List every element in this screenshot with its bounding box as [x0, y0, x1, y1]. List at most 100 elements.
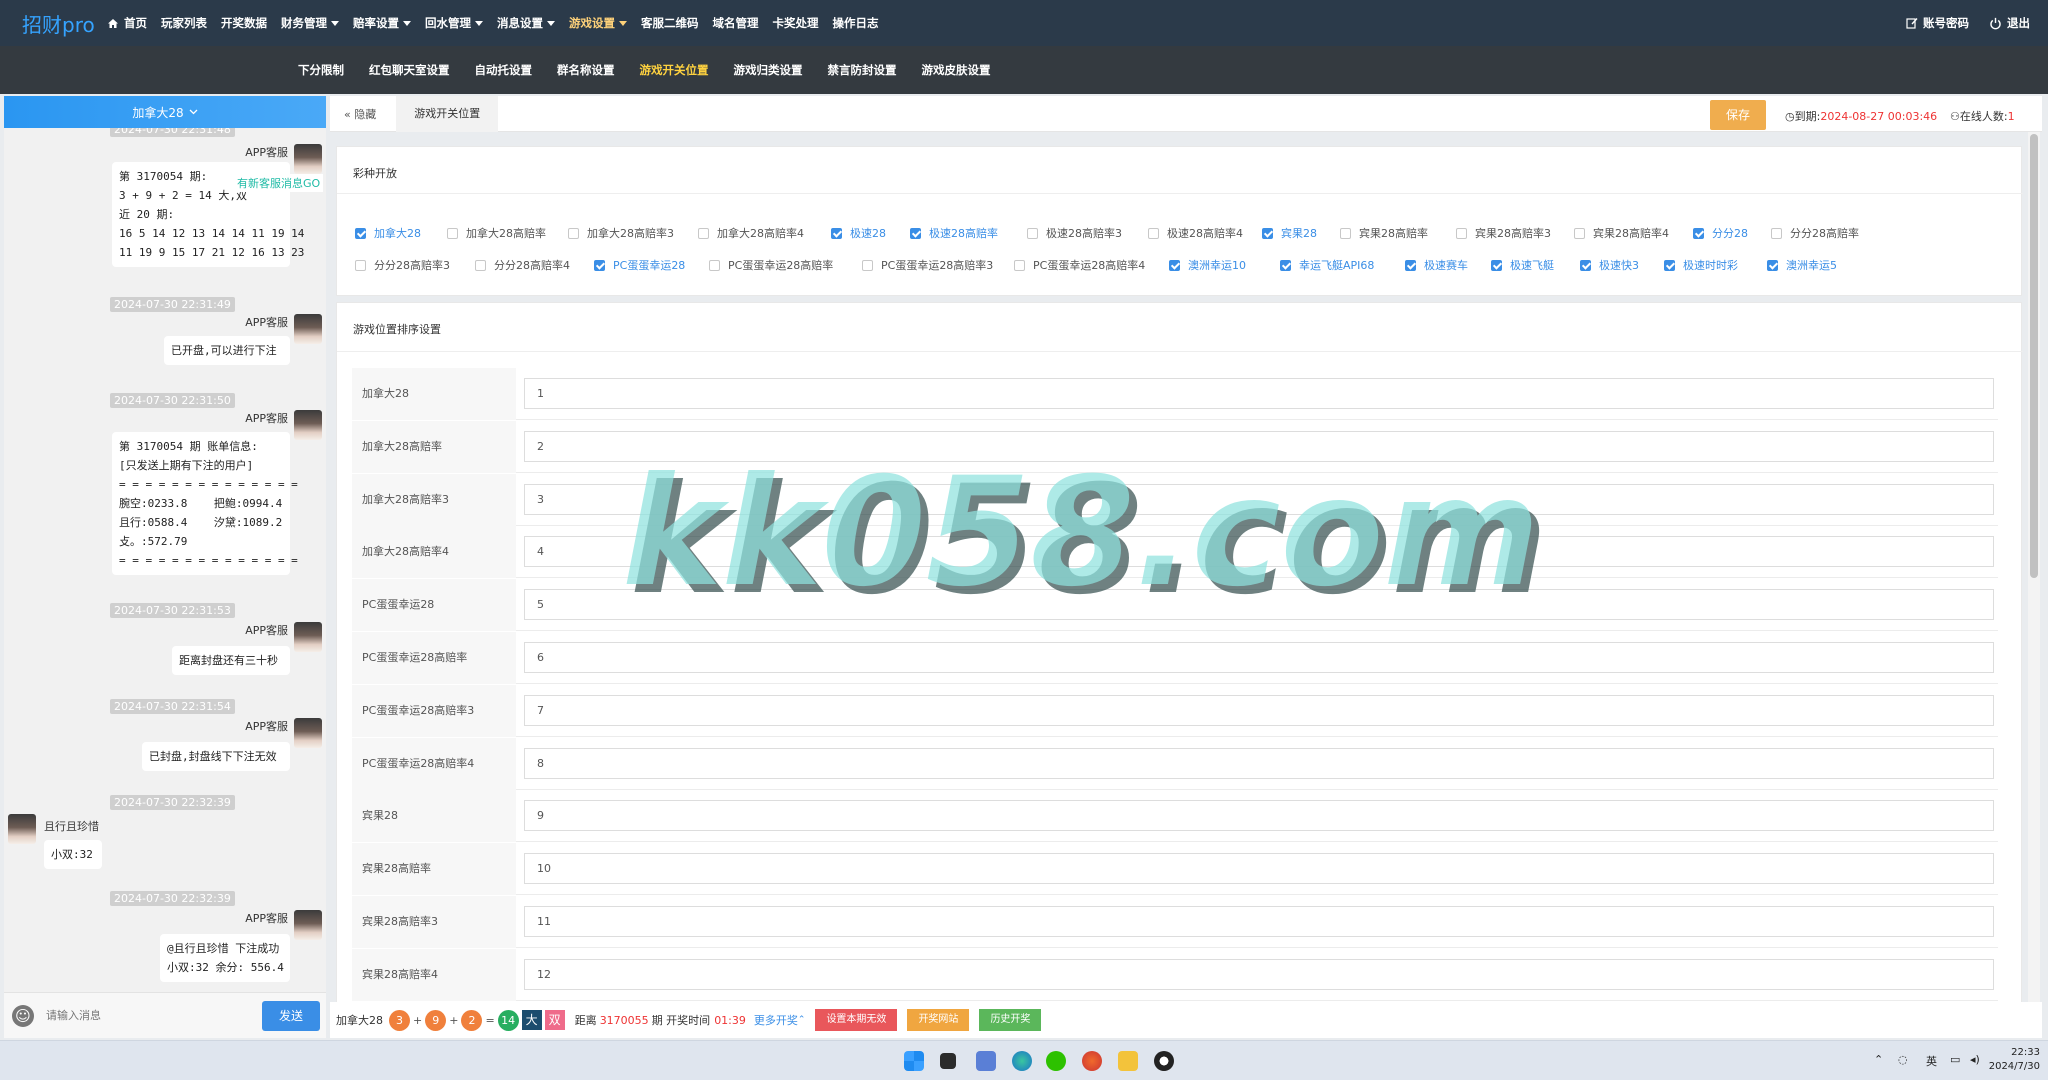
lottery-checkbox[interactable]: PC蛋蛋幸运28高赔率	[709, 257, 833, 273]
windows-start-icon[interactable]	[904, 1051, 924, 1071]
chat-message-list[interactable]: 2024-07-30 22:31:48 APP客服第 3170054 期: 3 +…	[4, 128, 326, 988]
nav-item-11[interactable]: 操作日志	[833, 15, 879, 31]
tray-volume-icon[interactable]: ◂)	[1970, 1053, 1980, 1066]
tray-display-icon[interactable]: ▭	[1950, 1053, 1960, 1066]
logout-link[interactable]: 退出	[1989, 15, 2030, 31]
lottery-checkbox[interactable]: 分分28高赔率4	[475, 257, 570, 273]
order-row-input[interactable]: 2	[524, 430, 1994, 462]
lottery-checkbox[interactable]: 极速28高赔率3	[1027, 225, 1122, 241]
nav-item-3[interactable]: 财务管理	[281, 15, 339, 31]
subnav-item-1[interactable]: 红包聊天室设置	[369, 62, 450, 78]
avatar[interactable]	[8, 814, 36, 844]
hide-sidebar-button[interactable]: « 隐藏	[344, 106, 376, 122]
lottery-checkbox[interactable]: 分分28	[1693, 225, 1748, 241]
tray-chevron-up-icon[interactable]: ⌃	[1874, 1053, 1883, 1066]
order-row-input[interactable]: 10	[524, 853, 1994, 885]
lottery-checkbox[interactable]: 澳洲幸运5	[1767, 257, 1837, 273]
avatar[interactable]	[294, 718, 322, 748]
lottery-checkbox[interactable]: 分分28高赔率	[1771, 225, 1859, 241]
order-row-label: 宾果28	[352, 790, 516, 843]
order-row-input[interactable]: 4	[524, 536, 1994, 568]
order-row-input[interactable]: 11	[524, 906, 1994, 937]
lottery-checkbox[interactable]: 分分28高赔率3	[355, 257, 450, 273]
lottery-checkbox[interactable]: 加拿大28高赔率	[447, 225, 546, 241]
input-language[interactable]: 英	[1926, 1053, 1937, 1069]
nav-item-2[interactable]: 开奖数据	[221, 15, 267, 31]
avatar[interactable]	[294, 144, 322, 174]
emoji-icon[interactable]: ☺	[12, 1004, 34, 1027]
lottery-open-panel: 彩种开放 加拿大28 加拿大28高赔率 加拿大28高赔率3 加拿大28高赔率4 极速28…	[336, 146, 2023, 296]
qq-icon[interactable]	[1154, 1051, 1174, 1071]
nav-item-7[interactable]: 游戏设置	[569, 15, 627, 31]
order-row-input[interactable]: 8	[524, 747, 1994, 779]
nav-item-1[interactable]: 玩家列表	[161, 15, 207, 31]
lottery-checkbox[interactable]: 加拿大28	[355, 225, 421, 241]
draw-site-button[interactable]: 开奖网站	[907, 1009, 970, 1031]
order-row-input[interactable]: 1	[524, 378, 1994, 409]
lottery-checkbox[interactable]: 极速快3	[1580, 257, 1639, 273]
order-row-input[interactable]: 5	[524, 589, 1994, 621]
network-app-icon[interactable]	[976, 1051, 996, 1071]
save-button[interactable]: 保存	[1710, 100, 1766, 130]
lottery-checkbox[interactable]: 极速时时彩	[1664, 257, 1738, 273]
lottery-checkbox[interactable]: 极速28	[831, 225, 886, 241]
lottery-checkbox[interactable]: PC蛋蛋幸运28高赔率3	[862, 257, 993, 273]
nav-item-0[interactable]: 首页	[107, 15, 147, 31]
subnav-item-4[interactable]: 游戏开关位置	[640, 62, 709, 78]
scrollbar-thumb[interactable]	[2030, 134, 2038, 578]
order-row-label: 宾果28高赔率3	[352, 896, 516, 948]
subnav-item-6[interactable]: 禁言防封设置	[828, 62, 897, 78]
avatar[interactable]	[294, 314, 322, 344]
lottery-checkbox[interactable]: 加拿大28高赔率4	[698, 225, 804, 241]
taskbar-clock[interactable]: 22:33 2024/7/30	[1989, 1046, 2040, 1074]
new-message-tip[interactable]: 有新客服消息GO	[234, 174, 324, 192]
lottery-checkbox[interactable]: 澳洲幸运10	[1169, 257, 1246, 273]
lottery-checkbox[interactable]: 宾果28高赔率4	[1574, 225, 1669, 241]
lottery-checkbox[interactable]: 加拿大28高赔率3	[568, 225, 674, 241]
history-draw-button[interactable]: 历史开奖	[979, 1009, 1042, 1031]
lottery-checkbox[interactable]: 幸运飞艇API68	[1280, 257, 1374, 273]
lottery-checkbox[interactable]: 极速28高赔率	[910, 225, 998, 241]
lottery-checkbox[interactable]: PC蛋蛋幸运28高赔率4	[1014, 257, 1145, 273]
lottery-checkbox[interactable]: PC蛋蛋幸运28	[594, 257, 685, 273]
game-app-icon[interactable]	[1082, 1051, 1102, 1071]
lottery-checkbox[interactable]: 极速飞艇	[1491, 257, 1554, 273]
nav-item-5[interactable]: 回水管理	[425, 15, 483, 31]
account-password-link[interactable]: 账号密码	[1906, 15, 1969, 31]
avatar[interactable]	[294, 410, 322, 440]
file-explorer-icon[interactable]	[1118, 1051, 1138, 1071]
more-draws-link[interactable]: 更多开奖	[754, 1012, 798, 1028]
wechat-icon[interactable]	[1046, 1051, 1066, 1071]
subnav-item-7[interactable]: 游戏皮肤设置	[922, 62, 991, 78]
edge-browser-icon[interactable]	[1012, 1051, 1032, 1071]
subnav-item-5[interactable]: 游戏归类设置	[734, 62, 803, 78]
lottery-checkbox[interactable]: 宾果28高赔率3	[1456, 225, 1551, 241]
lottery-checkbox[interactable]: 极速28高赔率4	[1148, 225, 1243, 241]
nav-item-9[interactable]: 域名管理	[713, 15, 759, 31]
set-invalid-button[interactable]: 设置本期无效	[815, 1009, 898, 1031]
task-view-icon[interactable]	[940, 1053, 956, 1069]
avatar[interactable]	[294, 910, 322, 940]
app-logo[interactable]: 招财pro	[0, 9, 105, 38]
lottery-checkbox[interactable]: 宾果28高赔率	[1340, 225, 1428, 241]
lottery-checkbox[interactable]: 宾果28	[1262, 225, 1317, 241]
subnav-item-3[interactable]: 群名称设置	[557, 62, 615, 78]
subnav-item-0[interactable]: 下分限制	[298, 62, 344, 78]
nav-item-6[interactable]: 消息设置	[497, 15, 555, 31]
send-button[interactable]: 发送	[262, 1001, 320, 1031]
order-row-input[interactable]: 6	[524, 642, 1994, 673]
order-row-input[interactable]: 9	[524, 800, 1994, 832]
nav-item-4[interactable]: 赔率设置	[353, 15, 411, 31]
nav-item-10[interactable]: 卡奖处理	[773, 15, 819, 31]
message-input[interactable]	[46, 1009, 246, 1022]
tab-game-switch-position[interactable]: 游戏开关位置	[396, 95, 499, 132]
order-row-input[interactable]: 3	[524, 483, 1994, 515]
lottery-checkbox[interactable]: 极速赛车	[1405, 257, 1468, 273]
subnav-item-2[interactable]: 自动托设置	[475, 62, 533, 78]
order-row-input[interactable]: 12	[524, 958, 1994, 990]
avatar[interactable]	[294, 622, 322, 652]
tray-network-icon[interactable]: ◌	[1898, 1053, 1908, 1066]
order-row-input[interactable]: 7	[524, 694, 1994, 726]
nav-item-8[interactable]: 客服二维码	[641, 15, 699, 31]
game-selector[interactable]: 加拿大28	[4, 96, 326, 128]
